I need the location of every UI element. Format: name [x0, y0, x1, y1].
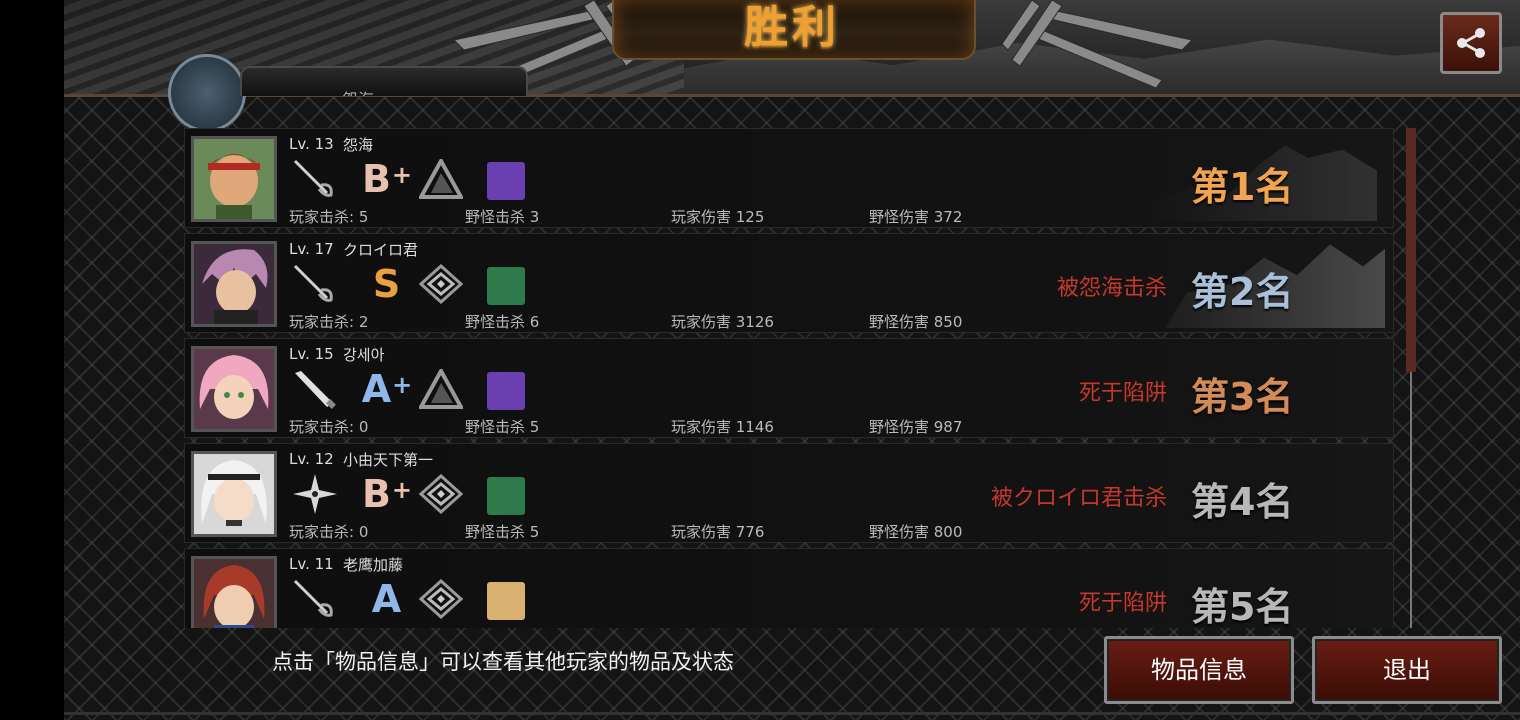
grade-letter: A: [371, 577, 402, 621]
monster-kills: 野怪击杀 3: [465, 208, 540, 226]
player-name: 老鹰加藤: [343, 556, 404, 574]
triangle-rank-icon: [417, 159, 465, 199]
triangle-rank-icon: [417, 369, 465, 409]
monster-kills: 野怪击杀 6: [465, 313, 540, 331]
player-level: Lv. 15: [289, 345, 334, 363]
player-kills: 玩家击杀: 5: [289, 208, 369, 226]
grade-badge: B +: [357, 157, 417, 201]
monster-damage: 野怪伤害 372: [869, 208, 963, 226]
placement: 第2名: [1191, 270, 1294, 314]
player-damage: 玩家伤害 776: [671, 523, 765, 541]
player-kills: 玩家击杀: 0: [289, 418, 369, 436]
scrollbar-thumb[interactable]: [1406, 128, 1416, 372]
grade-letter: B: [361, 157, 391, 201]
death-cause: 死于陷阱: [1078, 381, 1167, 406]
diamond-rank-icon: [417, 264, 465, 304]
player-tab: 怨海: [240, 66, 528, 96]
player-damage: 玩家伤害 1146: [671, 418, 774, 436]
death-cause: 死于陷阱: [1078, 591, 1167, 616]
avatar: [191, 451, 277, 537]
grade-plus: +: [391, 476, 413, 504]
gold-item-icon[interactable]: [487, 582, 525, 620]
player-kills: 玩家击杀: 2: [289, 313, 369, 331]
death-cause: 被怨海击杀: [1056, 276, 1167, 301]
monster-kills: 野怪击杀 5: [465, 418, 540, 436]
player-row-3[interactable]: Lv. 15 강세아 A + 玩家击杀: 0 野怪击杀 5 玩家伤害 1146 野…: [184, 338, 1394, 438]
share-icon: [1457, 28, 1485, 58]
player-damage: 玩家伤害 3126: [671, 313, 774, 331]
placement: 第5名: [1191, 585, 1294, 628]
rapier-icon: [289, 264, 341, 304]
monster-damage: 野怪伤害 987: [869, 418, 963, 436]
exit-button[interactable]: 退出: [1312, 636, 1502, 704]
grade-badge: S: [357, 262, 417, 306]
bat-icon: [289, 369, 341, 409]
hint-text: 点击「物品信息」可以查看其他玩家的物品及状态: [272, 650, 734, 674]
placement: 第3名: [1191, 375, 1294, 419]
grade-letter: B: [361, 472, 391, 516]
avatar: [191, 346, 277, 432]
shuriken-icon: [289, 474, 341, 514]
player-row-4[interactable]: Lv. 12 小由天下第一 B + 玩家击杀: 0 野怪击杀 5 玩家伤害 776…: [184, 443, 1394, 543]
grade-badge: A +: [357, 367, 417, 411]
rapier-icon: [289, 579, 341, 619]
bottom-divider: [64, 712, 1520, 715]
crossed-guns-right-icon: [1002, 0, 1194, 89]
player-name: 怨海: [343, 136, 374, 154]
page-title: 胜利: [744, 2, 840, 53]
player-row-5[interactable]: Lv. 11 老鹰加藤 A 死于陷阱 第5名: [184, 548, 1394, 628]
avatar: [191, 136, 277, 222]
green-item-icon[interactable]: [487, 267, 525, 305]
grade-plus: +: [391, 161, 413, 189]
player-level: Lv. 17: [289, 240, 334, 258]
player-damage: 玩家伤害 125: [671, 208, 765, 226]
player-name: クロイロ君: [343, 241, 419, 259]
green-item-icon[interactable]: [487, 477, 525, 515]
avatar: [191, 241, 277, 327]
placement: 第1名: [1191, 165, 1294, 209]
grade-letter: A: [361, 367, 392, 411]
monster-kills: 野怪击杀 5: [465, 523, 540, 541]
player-row-2[interactable]: Lv. 17 クロイロ君 S 玩家击杀: 2 野怪击杀 6 玩家伤害 3126 …: [184, 233, 1394, 333]
player-level: Lv. 12: [289, 450, 334, 468]
monster-damage: 野怪伤害 800: [869, 523, 963, 541]
avatar: [191, 556, 277, 628]
player-name: 강세아: [343, 346, 385, 364]
player-tab-name: 怨海: [342, 86, 374, 96]
placement: 第4名: [1191, 480, 1294, 524]
diamond-rank-icon: [417, 474, 465, 514]
player-row-1[interactable]: Lv. 13 怨海 B + 玩家击杀: 5 野怪击杀 3 玩家伤害 125 野怪伤…: [184, 128, 1394, 228]
player-name: 小由天下第一: [343, 451, 434, 469]
player-emblem: [168, 54, 246, 132]
grade-plus: +: [392, 371, 413, 399]
monster-damage: 野怪伤害 850: [869, 313, 963, 331]
item-info-button[interactable]: 物品信息: [1104, 636, 1294, 704]
purple-item-icon[interactable]: [487, 162, 525, 200]
result-screen: 胜利 怨海: [64, 0, 1520, 720]
player-level: Lv. 13: [289, 135, 334, 153]
diamond-rank-icon: [417, 579, 465, 619]
grade-badge: B +: [357, 472, 417, 516]
grade-letter: S: [372, 262, 401, 306]
player-kills: 玩家击杀: 0: [289, 523, 369, 541]
ranking-list[interactable]: Lv. 13 怨海 B + 玩家击杀: 5 野怪击杀 3 玩家伤害 125 野怪伤…: [184, 124, 1396, 628]
rapier-icon: [289, 159, 341, 199]
grade-badge: A: [357, 577, 417, 621]
player-level: Lv. 11: [289, 555, 334, 573]
purple-item-icon[interactable]: [487, 372, 525, 410]
share-button[interactable]: [1440, 12, 1502, 74]
death-cause: 被クロイロ君击杀: [990, 486, 1167, 511]
